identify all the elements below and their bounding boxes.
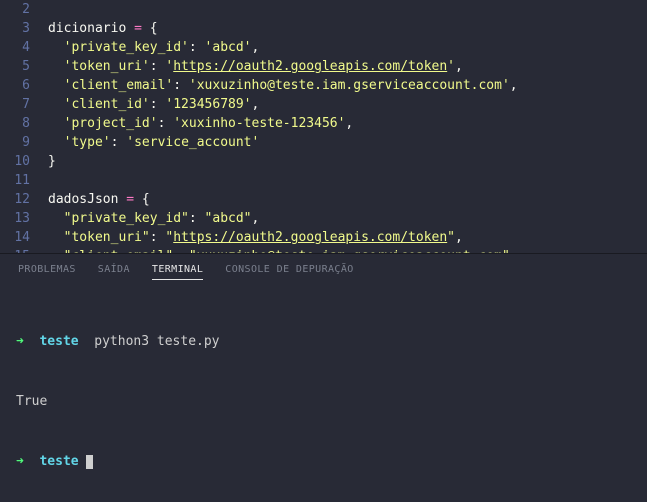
token-op: =: [126, 192, 134, 207]
tab-terminal[interactable]: TERMINAL: [152, 264, 203, 280]
token-punc: ,: [252, 211, 260, 226]
token-punc: [48, 230, 64, 245]
token-punc: [126, 21, 134, 36]
token-punc: [48, 78, 64, 93]
token-str: "token_uri": [64, 230, 150, 245]
line-number: 5: [0, 57, 30, 76]
code-line[interactable]: 'private_key_id': 'abcd',: [48, 38, 647, 57]
line-number: 9: [0, 133, 30, 152]
line-number: 10: [0, 152, 30, 171]
token-var: dicionario: [48, 21, 126, 36]
token-punc: ,: [455, 230, 463, 245]
prompt-arrow-icon: ➜: [16, 334, 24, 349]
token-punc: [48, 40, 64, 55]
editor-area[interactable]: 2345678910111213141516171819202122 dicio…: [0, 0, 647, 253]
terminal-cursor: [86, 455, 93, 469]
code-line[interactable]: "private_key_id": "abcd",: [48, 209, 647, 228]
token-url: https://oauth2.googleapis.com/token: [173, 230, 447, 245]
code-line[interactable]: dicionario = {: [48, 19, 647, 38]
token-punc: :: [150, 97, 166, 112]
code-line[interactable]: 'type': 'service_account': [48, 133, 647, 152]
code-line[interactable]: 'client_id': '123456789',: [48, 95, 647, 114]
token-str: 'service_account': [126, 135, 259, 150]
code-line[interactable]: 'token_uri': 'https://oauth2.googleapis.…: [48, 57, 647, 76]
token-str: '123456789': [165, 97, 251, 112]
token-punc: :: [189, 211, 205, 226]
token-punc: :: [173, 78, 189, 93]
line-number: 7: [0, 95, 30, 114]
token-str: ": [447, 230, 455, 245]
line-number-gutter: 2345678910111213141516171819202122: [0, 0, 48, 253]
code-line[interactable]: [48, 0, 647, 19]
code-line[interactable]: 'project_id': 'xuxinho-teste-123456',: [48, 114, 647, 133]
token-punc: {: [134, 192, 150, 207]
line-number: 4: [0, 38, 30, 57]
token-op: =: [134, 21, 142, 36]
token-punc: [48, 59, 64, 74]
code-line[interactable]: "token_uri": "https://oauth2.googleapis.…: [48, 228, 647, 247]
token-str: 'xuxuzinho@teste.iam.gserviceaccount.com…: [189, 78, 510, 93]
token-punc: :: [158, 116, 174, 131]
token-str: 'client_id': [64, 97, 150, 112]
token-punc: ,: [252, 40, 260, 55]
token-str: 'client_email': [64, 78, 174, 93]
panel-tabs: PROBLEMAS SAÍDA TERMINAL CONSOLE DE DEPU…: [0, 253, 647, 286]
token-punc: [48, 211, 64, 226]
line-number: 3: [0, 19, 30, 38]
terminal-line: ➜ teste: [16, 452, 631, 472]
token-str: 'abcd': [205, 40, 252, 55]
terminal-output: True: [16, 392, 631, 412]
token-punc: }: [48, 154, 56, 169]
token-punc: :: [150, 59, 166, 74]
token-var: dadosJson: [48, 192, 118, 207]
token-url: https://oauth2.googleapis.com/token: [173, 59, 447, 74]
token-str: 'private_key_id': [64, 40, 189, 55]
prompt-folder: teste: [39, 454, 78, 469]
token-punc: {: [142, 21, 158, 36]
token-str: ': [447, 59, 455, 74]
token-str: 'project_id': [64, 116, 158, 131]
line-number: 11: [0, 171, 30, 190]
tab-problems[interactable]: PROBLEMAS: [18, 264, 76, 280]
token-punc: :: [189, 40, 205, 55]
code-line[interactable]: [48, 171, 647, 190]
token-punc: ,: [252, 97, 260, 112]
token-punc: ,: [345, 116, 353, 131]
token-punc: :: [150, 230, 166, 245]
code-line[interactable]: }: [48, 152, 647, 171]
token-punc: ,: [455, 59, 463, 74]
token-str: "abcd": [205, 211, 252, 226]
terminal-panel[interactable]: ➜ teste python3 teste.py True ➜ teste: [0, 286, 647, 502]
terminal-command: python3 teste.py: [94, 334, 219, 349]
line-number: 13: [0, 209, 30, 228]
tab-debug-console[interactable]: CONSOLE DE DEPURAÇÃO: [225, 264, 353, 280]
tab-output[interactable]: SAÍDA: [98, 264, 130, 280]
line-number: 14: [0, 228, 30, 247]
prompt-arrow-icon: ➜: [16, 454, 24, 469]
token-punc: [48, 116, 64, 131]
token-str: 'type': [64, 135, 111, 150]
code-content[interactable]: dicionario = { 'private_key_id': 'abcd',…: [48, 0, 647, 253]
terminal-line: ➜ teste python3 teste.py: [16, 332, 631, 352]
code-line[interactable]: dadosJson = {: [48, 190, 647, 209]
token-punc: ,: [510, 78, 518, 93]
line-number: 2: [0, 0, 30, 19]
prompt-folder: teste: [39, 334, 78, 349]
line-number: 12: [0, 190, 30, 209]
line-number: 8: [0, 114, 30, 133]
token-punc: [48, 97, 64, 112]
token-str: 'xuxinho-teste-123456': [173, 116, 345, 131]
token-str: 'token_uri': [64, 59, 150, 74]
token-punc: :: [111, 135, 127, 150]
line-number: 6: [0, 76, 30, 95]
token-str: "private_key_id": [64, 211, 189, 226]
token-punc: [48, 135, 64, 150]
code-line[interactable]: 'client_email': 'xuxuzinho@teste.iam.gse…: [48, 76, 647, 95]
